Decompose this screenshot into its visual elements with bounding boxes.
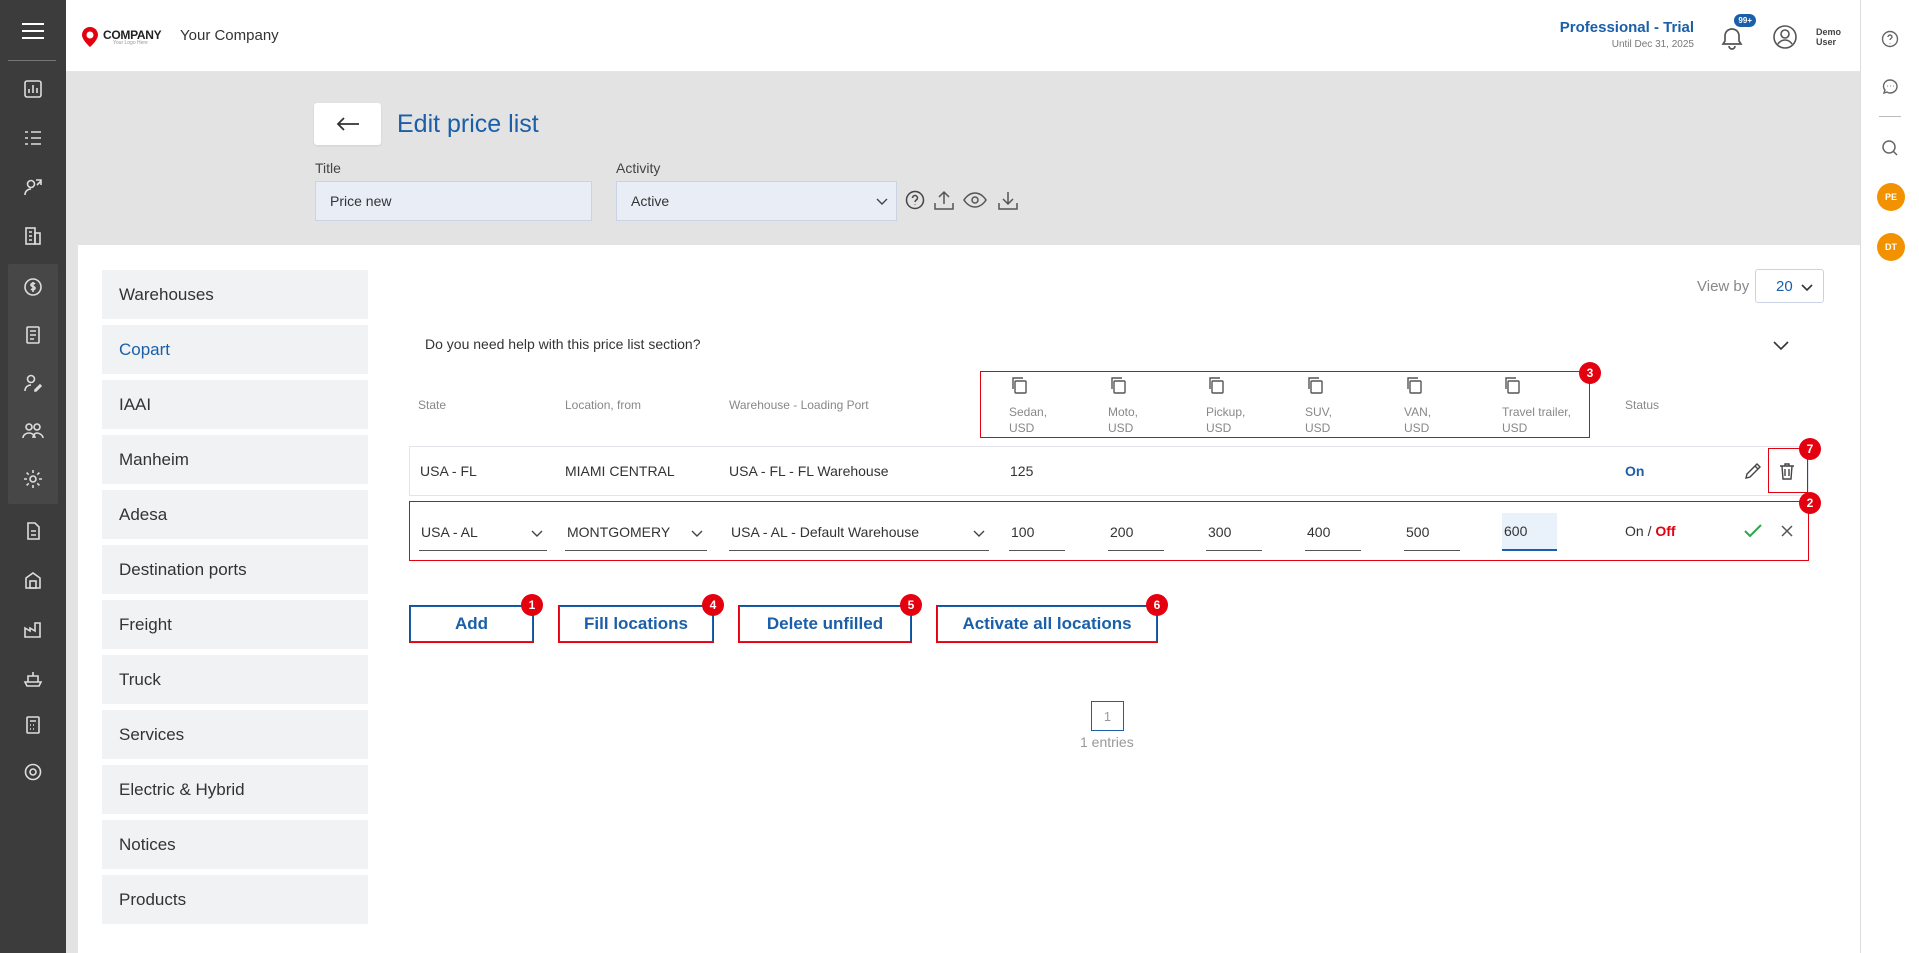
annotation-box-3 (980, 371, 1590, 438)
sidebar-item-services[interactable]: Services (102, 710, 368, 759)
plan-title: Professional - Trial (1559, 19, 1694, 36)
logo-text: COMPANY (103, 27, 162, 42)
notification-badge: 99+ (1734, 14, 1756, 27)
user-icon[interactable] (1772, 24, 1798, 50)
help-circle-icon[interactable] (1875, 24, 1905, 54)
sidebar-item-adesa[interactable]: Adesa (102, 490, 368, 539)
search-icon[interactable] (1875, 133, 1905, 163)
title-input[interactable]: Price new (315, 181, 592, 221)
avatar[interactable]: PE (1877, 183, 1905, 211)
annotation-marker: 1 (521, 594, 543, 616)
plan-info[interactable]: Professional - Trial Until Dec 31, 2025 (1560, 19, 1694, 50)
sidebar-item-copart[interactable]: Copart (102, 325, 368, 374)
sidebar-item-warehouses[interactable]: Warehouses (102, 270, 368, 319)
avatar[interactable]: DT (1877, 233, 1905, 261)
checklist-icon[interactable] (8, 115, 58, 161)
sidebar-item-notices[interactable]: Notices (102, 820, 368, 869)
header-status: Status (1625, 398, 1660, 412)
plan-until: Until Dec 31, 2025 (1611, 39, 1694, 50)
invoice-icon[interactable] (8, 312, 58, 358)
menu-icon[interactable] (0, 0, 66, 62)
upload-icon[interactable] (931, 187, 957, 213)
sidebar-item-iaai[interactable]: IAAI (102, 380, 368, 429)
sidebar-item-manheim[interactable]: Manheim (102, 435, 368, 484)
status-on[interactable]: On (1625, 463, 1644, 479)
view-by-select[interactable]: 20 (1755, 269, 1824, 303)
pencil-icon[interactable] (1743, 461, 1763, 481)
page-title: Edit price list (397, 110, 539, 138)
annotation-marker: 7 (1799, 438, 1821, 460)
view-by-label: View by (1697, 278, 1750, 295)
row-warehouse: USA - FL - FL Warehouse (729, 463, 889, 479)
row-location: MIAMI CENTRAL (565, 463, 675, 479)
factory-icon[interactable] (8, 606, 58, 652)
annotation-marker: 4 (702, 594, 724, 616)
sidebar-item-destination-ports[interactable]: Destination ports (102, 545, 368, 594)
header-warehouse: Warehouse - Loading Port (729, 398, 869, 412)
user-name[interactable]: Demo User (1816, 27, 1850, 47)
chevron-down-icon (876, 198, 888, 205)
annotation-marker: 5 (900, 594, 922, 616)
annotation-box-6 (936, 605, 1158, 643)
row-state: USA - FL (420, 463, 477, 479)
entries-count: 1 entries (1080, 734, 1134, 750)
annotation-box-2 (409, 501, 1809, 561)
warehouse-icon[interactable] (8, 557, 58, 603)
question-icon[interactable] (902, 187, 928, 213)
activity-select[interactable]: Active (616, 181, 897, 221)
back-button[interactable] (314, 103, 381, 145)
pagination-page[interactable]: 1 (1091, 701, 1124, 731)
user-group-icon[interactable] (8, 408, 58, 454)
help-accordion-title[interactable]: Do you need help with this price list se… (425, 336, 700, 352)
annotation-box-1 (409, 605, 534, 643)
company-logo[interactable]: COMPANY Your Logo Here (80, 22, 170, 52)
annotation-marker: 2 (1799, 492, 1821, 514)
users-search-icon[interactable] (8, 164, 58, 210)
sidebar-item-products[interactable]: Products (102, 875, 368, 924)
calculator-icon[interactable] (8, 702, 58, 748)
logo-pin-icon (82, 27, 98, 47)
logo-subtext: Your Logo Here (113, 39, 148, 46)
chevron-down-icon (1801, 284, 1813, 292)
chevron-down-icon[interactable] (1772, 336, 1790, 354)
ship-icon[interactable] (8, 655, 58, 701)
activity-label: Activity (616, 160, 661, 176)
sidebar-item-freight[interactable]: Freight (102, 600, 368, 649)
row-sedan-price: 125 (1010, 463, 1034, 479)
header-state: State (418, 398, 447, 412)
annotation-marker: 3 (1579, 362, 1601, 384)
right-rail: PE DT (1860, 0, 1919, 953)
settings-user-icon[interactable] (8, 456, 58, 502)
arrow-left-icon (336, 117, 359, 131)
building-icon[interactable] (8, 213, 58, 259)
chat-icon[interactable] (1875, 72, 1905, 102)
price-icon[interactable] (8, 264, 58, 310)
dashboard-icon[interactable] (8, 66, 58, 112)
gear-icon[interactable] (8, 749, 58, 795)
eye-icon[interactable] (962, 187, 988, 213)
sidebar-item-truck[interactable]: Truck (102, 655, 368, 704)
download-icon[interactable] (995, 187, 1021, 213)
annotation-box-5 (738, 605, 912, 643)
company-name: Your Company (180, 27, 279, 44)
annotation-marker: 6 (1146, 594, 1168, 616)
sidebar-item-electric-hybrid[interactable]: Electric & Hybrid (102, 765, 368, 814)
title-label: Title (315, 160, 341, 176)
top-header: COMPANY Your Logo Here Your Company Prof… (66, 0, 1860, 72)
document-icon[interactable] (8, 508, 58, 554)
bell-icon[interactable] (1718, 24, 1746, 52)
user-edit-icon[interactable] (8, 360, 58, 406)
header-location: Location, from (565, 398, 642, 412)
left-nav (0, 0, 66, 953)
annotation-box-4 (558, 605, 714, 643)
